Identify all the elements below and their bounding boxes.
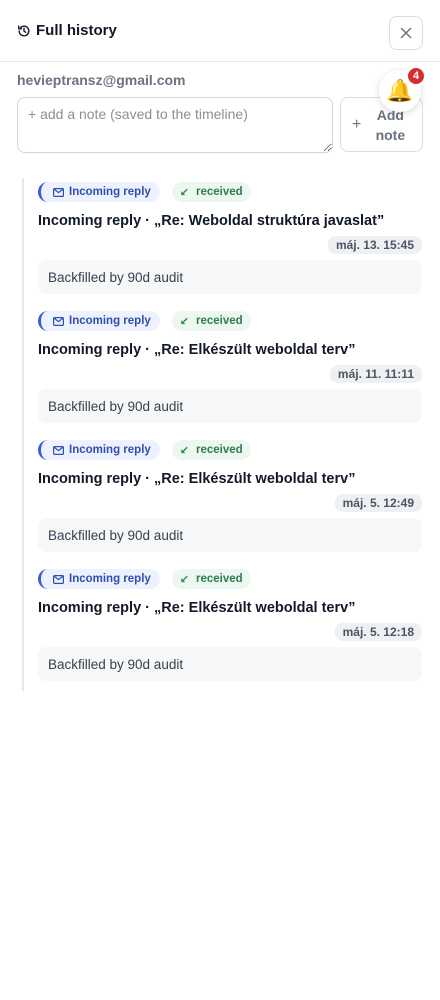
title-group: Full history xyxy=(17,22,117,39)
mail-icon xyxy=(53,187,64,197)
arrow-down-left-icon: ↙ xyxy=(179,315,190,328)
received-badge: ↙ received xyxy=(171,569,251,589)
incoming-reply-badge: Incoming reply xyxy=(38,311,160,331)
entry-timestamp: máj. 5. 12:18 xyxy=(334,623,422,641)
contact-email: hevieptransz@gmail.com xyxy=(17,72,186,88)
entry-timestamp: máj. 11. 11:11 xyxy=(329,365,422,383)
received-label: received xyxy=(196,573,243,585)
panel-header: Full history xyxy=(0,0,440,62)
received-label: received xyxy=(196,186,243,198)
incoming-reply-label: Incoming reply xyxy=(69,315,151,327)
entry-title: Incoming reply · „Re: Weboldal struktúra… xyxy=(38,213,385,229)
incoming-reply-badge: Incoming reply xyxy=(38,182,160,202)
close-icon xyxy=(400,27,412,39)
timeline-entry: Incoming reply ↙ received Incoming reply… xyxy=(24,568,424,681)
received-badge: ↙ received xyxy=(171,311,251,331)
entry-timestamp: máj. 5. 12:49 xyxy=(334,494,422,512)
received-label: received xyxy=(196,444,243,456)
timeline-entry: Incoming reply ↙ received Incoming reply… xyxy=(24,439,424,552)
entry-note: Backfilled by 90d audit xyxy=(38,260,422,294)
note-input[interactable] xyxy=(17,97,333,153)
entry-timestamp: máj. 13. 15:45 xyxy=(327,236,422,254)
mail-icon xyxy=(53,316,64,326)
history-panel: Full history hevieptransz@gmail.com 🔔 4 … xyxy=(0,0,440,1000)
arrow-down-left-icon: ↙ xyxy=(179,186,190,199)
incoming-reply-label: Incoming reply xyxy=(69,186,151,198)
entry-title: Incoming reply · „Re: Elkészült weboldal… xyxy=(38,600,356,616)
timeline-entry: Incoming reply ↙ received Incoming reply… xyxy=(24,310,424,423)
arrow-down-left-icon: ↙ xyxy=(179,444,190,457)
entry-badges: Incoming reply ↙ received xyxy=(38,181,422,203)
entry-note: Backfilled by 90d audit xyxy=(38,518,422,552)
timeline-entry: Incoming reply ↙ received Incoming reply… xyxy=(24,181,424,294)
incoming-reply-label: Incoming reply xyxy=(69,444,151,456)
plus-icon: + xyxy=(352,115,362,133)
entry-badges: Incoming reply ↙ received xyxy=(38,310,422,332)
received-badge: ↙ received xyxy=(171,182,251,202)
incoming-reply-label: Incoming reply xyxy=(69,573,151,585)
entry-note: Backfilled by 90d audit xyxy=(38,647,422,681)
mail-icon xyxy=(53,574,64,584)
notifications-button[interactable]: 🔔 4 xyxy=(379,66,426,112)
timeline: Incoming reply ↙ received Incoming reply… xyxy=(22,178,424,691)
incoming-reply-badge: Incoming reply xyxy=(38,569,160,589)
history-icon xyxy=(17,24,31,38)
entry-title: Incoming reply · „Re: Elkészült weboldal… xyxy=(38,342,356,358)
close-button[interactable] xyxy=(389,16,423,50)
received-label: received xyxy=(196,315,243,327)
incoming-reply-badge: Incoming reply xyxy=(38,440,160,460)
entry-badges: Incoming reply ↙ received xyxy=(38,439,422,461)
received-badge: ↙ received xyxy=(171,440,251,460)
panel-title: Full history xyxy=(36,22,117,39)
arrow-down-left-icon: ↙ xyxy=(179,573,190,586)
entry-title: Incoming reply · „Re: Elkészült weboldal… xyxy=(38,471,356,487)
mail-icon xyxy=(53,445,64,455)
entry-note: Backfilled by 90d audit xyxy=(38,389,422,423)
notification-count-badge: 4 xyxy=(406,66,426,86)
entry-badges: Incoming reply ↙ received xyxy=(38,568,422,590)
